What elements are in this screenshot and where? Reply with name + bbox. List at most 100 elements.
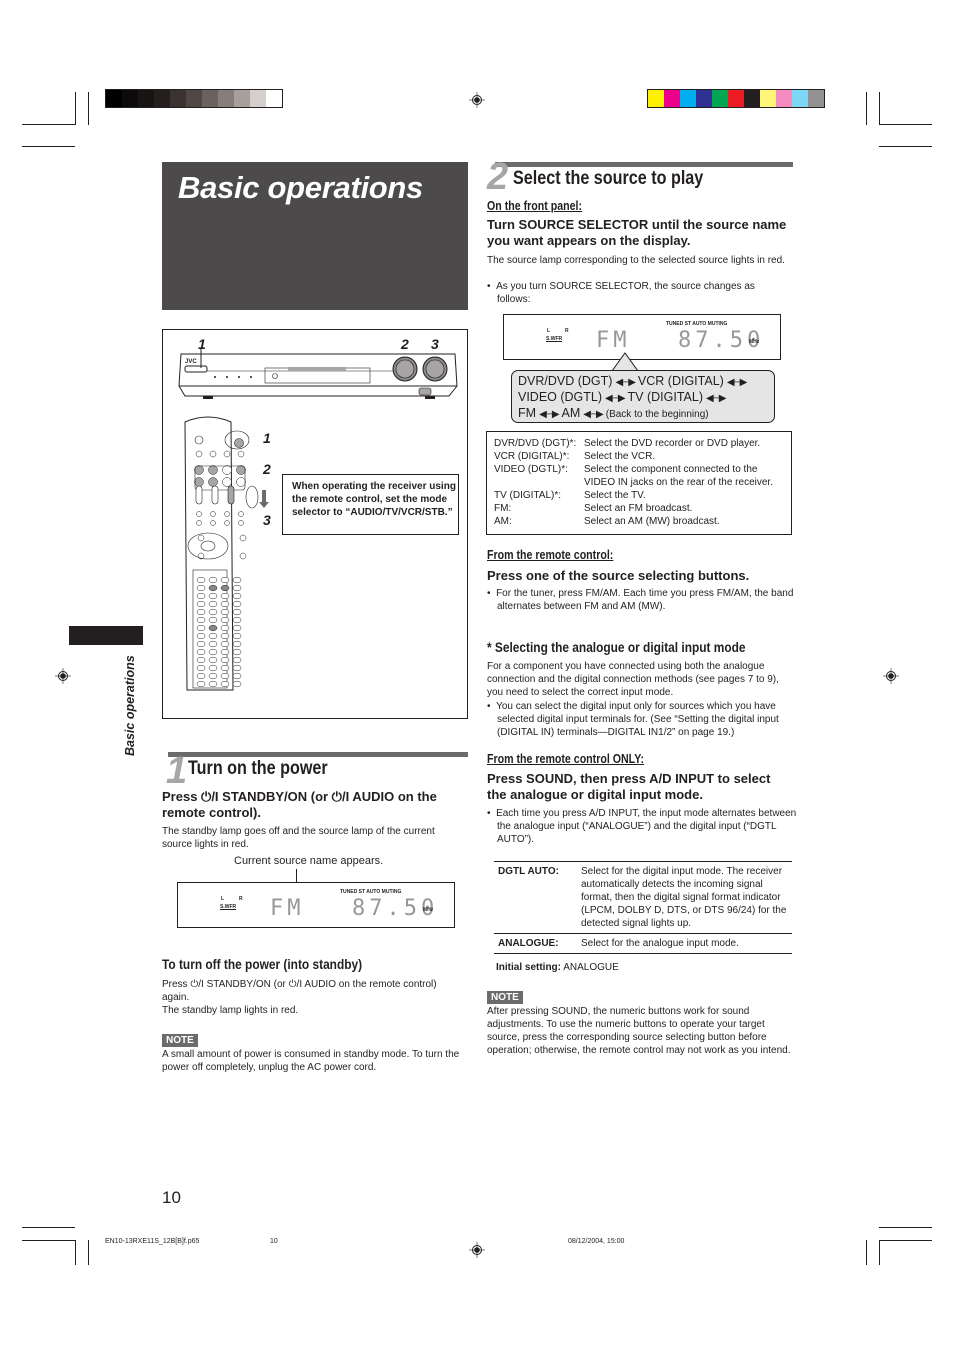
input-mode-row: DGTL AUTO: Select for the digital input m… — [494, 862, 792, 933]
source-desc: Select an AM (MW) broadcast. — [584, 516, 720, 527]
numpad-button-drawing — [208, 608, 218, 616]
initial-setting: Initial setting: ANALOGUE — [496, 961, 619, 974]
gray-swatch — [266, 90, 282, 107]
numpad-button-drawing — [220, 600, 230, 608]
source-key: FM: — [494, 503, 512, 514]
input-mode-table: DGTL AUTO: Select for the digital input m… — [494, 861, 792, 954]
registration-mark-icon — [469, 92, 485, 108]
remote-button-drawing — [222, 465, 232, 475]
source-table-row: VIDEO (DGTL)*: Select the component conne… — [494, 463, 791, 489]
cycle-item: TV (DIGITAL) — [627, 390, 703, 404]
step-number: 2 — [487, 156, 509, 198]
numpad-button-drawing — [196, 624, 206, 632]
crop-mark — [75, 1240, 76, 1265]
registration-mark-icon — [55, 668, 71, 684]
remote-button-drawing — [208, 477, 218, 487]
numpad-button-drawing — [232, 640, 242, 648]
crop-mark — [88, 1240, 89, 1265]
remote-button-drawing — [210, 511, 216, 517]
remote-button-drawing — [224, 520, 230, 526]
mode-selector-callout: When operating the receiver using the re… — [282, 474, 459, 535]
source-desc: Select the VCR. — [584, 451, 656, 462]
display-source-name: FM — [596, 328, 631, 353]
remote-button-drawing — [208, 465, 218, 475]
remote-button-drawing — [210, 520, 216, 526]
front-panel-heading: On the front panel: — [487, 199, 583, 213]
numpad-button-drawing — [208, 656, 218, 664]
step2-section: 2 Select the source to play — [487, 158, 793, 196]
section-rule — [168, 752, 468, 757]
step2-title: Select the source to play — [513, 168, 704, 189]
numpad-button-drawing — [208, 584, 218, 592]
numpad-button-drawing — [232, 680, 242, 688]
cycle-back-note: (Back to the beginning) — [605, 409, 709, 420]
numpad-button-drawing — [208, 576, 218, 584]
gray-swatch — [234, 90, 250, 107]
numpad-button-drawing — [208, 640, 218, 648]
step1-instruction: Press ⏻/I STANDBY/ON (or ⏻/I AUDIO on th… — [162, 789, 437, 820]
numpad-button-drawing — [232, 616, 242, 624]
remote-button-drawing — [195, 450, 203, 458]
step-number-label: 1 — [198, 336, 206, 352]
gray-swatch — [170, 90, 186, 107]
remote-button-drawing — [237, 450, 245, 458]
source-table: DVR/DVD (DGT)*: Select the DVD recorder o… — [486, 431, 792, 535]
remote-button-drawing — [238, 520, 244, 526]
double-arrow-icon: ◀─▶ — [605, 393, 625, 404]
remote-button-drawing — [196, 511, 202, 517]
crop-mark — [879, 124, 932, 125]
numpad-button-drawing — [196, 680, 206, 688]
color-swatch — [760, 90, 776, 107]
numpad-button-drawing — [220, 632, 230, 640]
standby-body-2: The standby lamp lights in red. — [162, 1005, 299, 1016]
crop-mark — [879, 146, 932, 147]
numpad-button-drawing — [232, 600, 242, 608]
footer-file-page: 10 — [270, 1238, 278, 1245]
color-swatch — [696, 90, 712, 107]
color-swatch — [680, 90, 696, 107]
color-swatch — [808, 90, 824, 107]
numpad-button-drawing — [220, 680, 230, 688]
standby-body-1: Press ⏻/I STANDBY/ON (or ⏻/I AUDIO on th… — [162, 979, 437, 1003]
cycle-item: VIDEO (DGTL) — [518, 390, 603, 404]
channel-r-indicator: R — [565, 328, 569, 334]
front-display: L R S.WFR TUNED ST AUTO MUTING FM 87.50 … — [177, 882, 455, 928]
source-desc: Select the DVD recorder or DVD player. — [584, 438, 761, 449]
color-swatch — [712, 90, 728, 107]
numpad-button-drawing — [232, 584, 242, 592]
brand-logo: JVC — [185, 359, 197, 365]
registration-mark-icon — [469, 1242, 485, 1258]
crop-mark — [22, 124, 75, 125]
gray-swatch — [186, 90, 202, 107]
step-number-label: 2 — [263, 461, 271, 477]
remote-only-heading: From the remote control ONLY: — [487, 752, 645, 766]
front-panel-drawing — [178, 348, 458, 399]
crop-mark — [22, 1240, 75, 1241]
input-mode-bullet: • You can select the digital input only … — [487, 701, 779, 738]
numpad-button-drawing — [208, 648, 218, 656]
source-cycle-bubble: DVR/DVD (DGT) ◀─▶ VCR (DIGITAL) ◀─▶ VIDEO (… — [511, 370, 775, 423]
step-number: 1 — [166, 750, 188, 792]
step1-body: The standby lamp goes off and the source… — [162, 826, 435, 850]
numpad-button-drawing — [232, 592, 242, 600]
double-arrow-icon: ◀─▶ — [615, 377, 635, 388]
double-arrow-icon: ◀─▶ — [726, 377, 747, 388]
source-key: DVR/DVD (DGT)*: — [494, 438, 577, 449]
step-number-label: 3 — [263, 512, 271, 528]
source-table-row: DVR/DVD (DGT)*: Select the DVD recorder o… — [494, 437, 791, 450]
step1-title: Turn on the power — [188, 758, 328, 779]
crop-mark — [75, 92, 76, 125]
note-badge: NOTE — [162, 1034, 198, 1047]
numpad-button-drawing — [208, 680, 218, 688]
source-desc: Select an FM broadcast. — [584, 503, 693, 514]
remote-button-drawing — [239, 534, 247, 542]
crop-mark — [879, 1227, 932, 1228]
numpad-button-drawing — [196, 640, 206, 648]
double-arrow-icon: ◀─▶ — [583, 409, 603, 420]
numpad-button-drawing — [208, 632, 218, 640]
remote-instruction: Press one of the source selecting button… — [487, 568, 750, 583]
numpad-button-drawing — [220, 616, 230, 624]
numpad-button-drawing — [232, 664, 242, 672]
source-desc: Select the component connected to the VI… — [584, 464, 773, 488]
color-swatch — [728, 90, 744, 107]
